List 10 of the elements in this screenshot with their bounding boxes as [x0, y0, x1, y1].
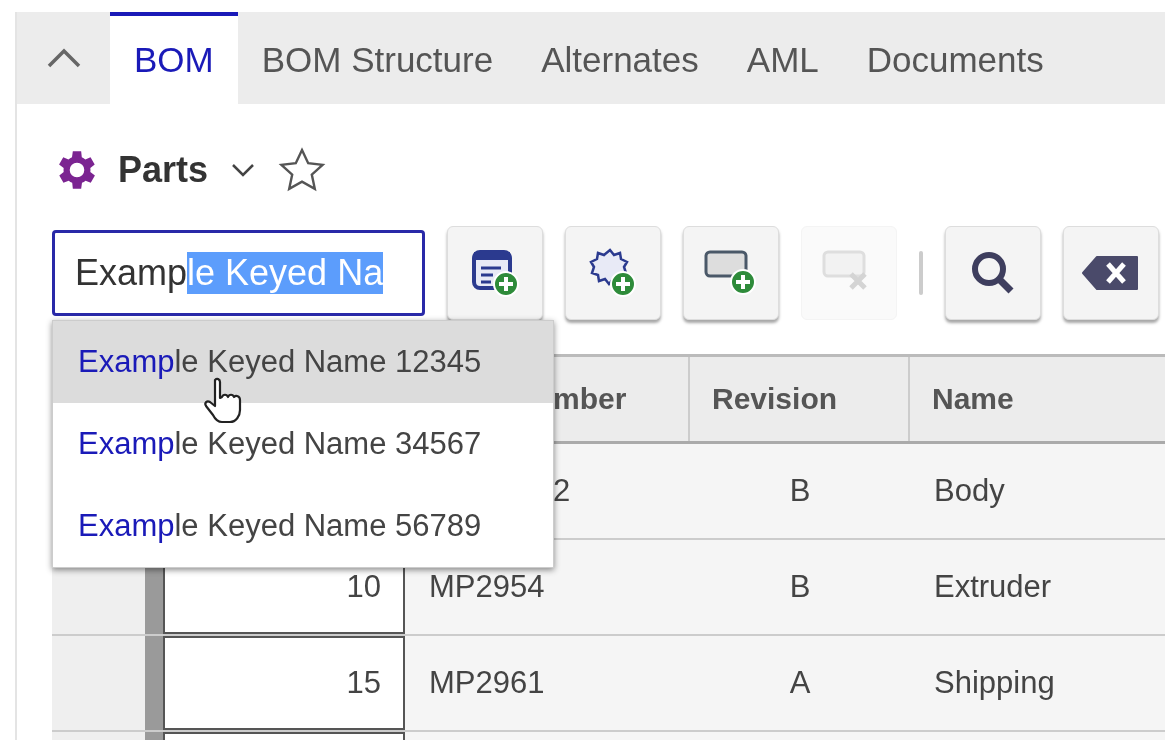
table-cell: Body	[934, 473, 1005, 509]
table-cell: Extruder	[934, 569, 1052, 605]
table-cell: 2	[553, 473, 571, 509]
table-cell: MP2961	[429, 665, 545, 701]
table-cell: A	[789, 665, 811, 701]
table-cell: B	[789, 569, 811, 605]
table-cell: Shipping	[934, 665, 1055, 701]
table-cell: MP2954	[429, 569, 545, 605]
table-cell: B	[789, 473, 811, 509]
page-title: Parts	[118, 149, 209, 191]
